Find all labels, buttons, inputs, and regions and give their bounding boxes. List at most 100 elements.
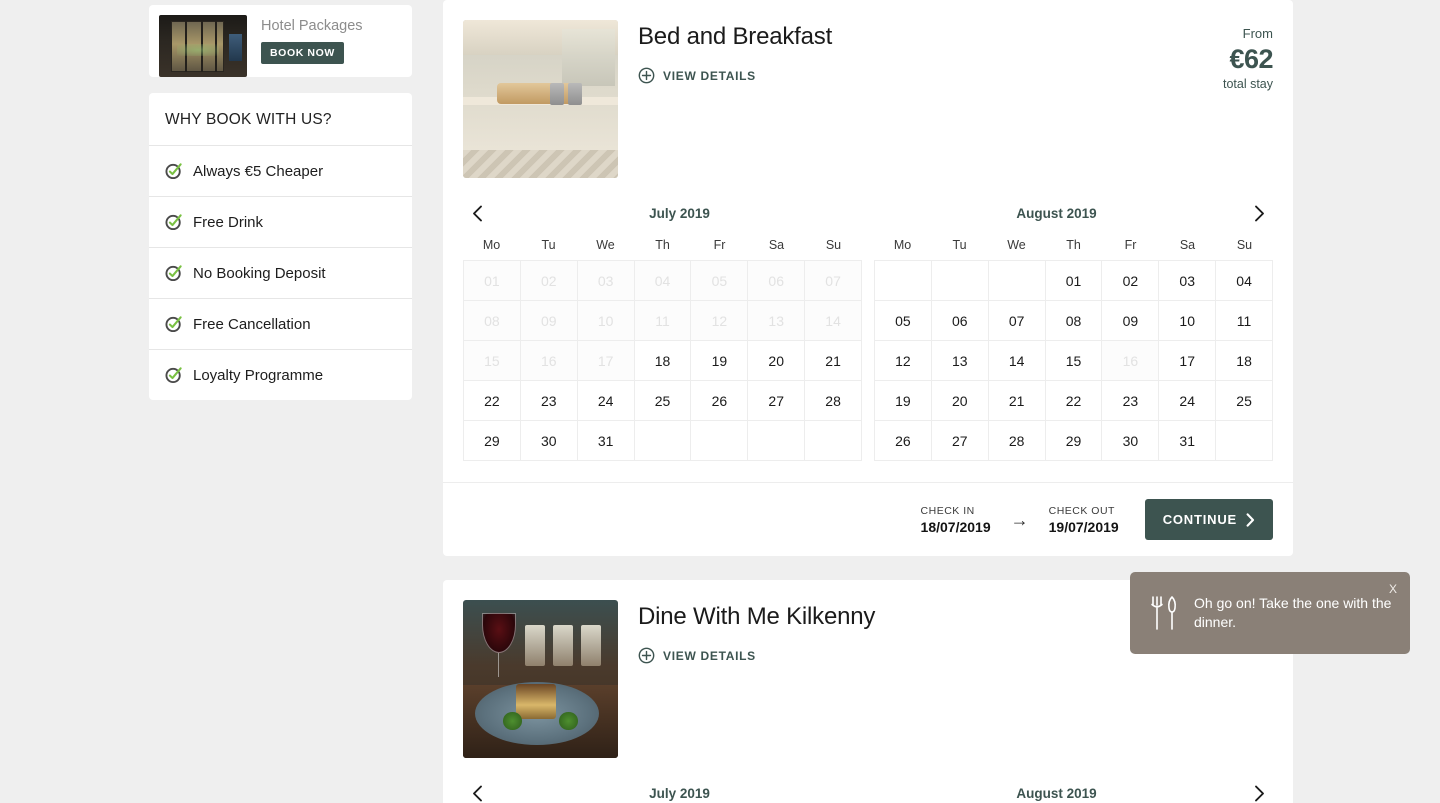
day-cell: 01	[464, 261, 521, 301]
booking-page: Hotel Packages BOOK NOW WHY BOOK WITH US…	[0, 0, 1440, 803]
day-cell[interactable]: 25	[634, 381, 692, 421]
day-cell[interactable]: 22	[1045, 381, 1103, 421]
day-cell[interactable]: 05	[875, 301, 932, 341]
day-cell[interactable]: 08	[1045, 301, 1103, 341]
benefit-item-free-cancellation: Free Cancellation	[149, 299, 412, 350]
day-cell[interactable]: 29	[464, 421, 521, 461]
calendar-prev-month-button[interactable]	[463, 199, 491, 227]
weekday-label: Su	[825, 238, 842, 252]
day-cell: 16	[1102, 341, 1160, 381]
day-cell[interactable]: 24	[577, 381, 635, 421]
day-cell[interactable]: 09	[1102, 301, 1160, 341]
day-cell[interactable]: 30	[1102, 421, 1160, 461]
calendar-prev-month-button[interactable]	[463, 779, 491, 803]
day-cell[interactable]: 19	[875, 381, 932, 421]
day-cell[interactable]: 26	[691, 381, 749, 421]
day-cell: 03	[577, 261, 635, 301]
day-cell-empty	[988, 261, 1046, 301]
plus-circle-icon	[638, 647, 655, 664]
day-cell: 10	[577, 301, 635, 341]
day-cell[interactable]: 20	[748, 341, 806, 381]
day-cell[interactable]: 31	[577, 421, 635, 461]
toast-message: Oh go on! Take the one with the dinner.	[1194, 595, 1392, 630]
plus-circle-icon	[638, 67, 655, 84]
day-cell[interactable]: 17	[1159, 341, 1217, 381]
view-details-button[interactable]: VIEW DETAILS	[638, 67, 756, 84]
day-cell[interactable]: 20	[931, 381, 989, 421]
package-price: From €62 total stay	[1133, 20, 1274, 178]
day-cell[interactable]: 31	[1159, 421, 1217, 461]
day-cell[interactable]: 23	[520, 381, 578, 421]
day-cell: 09	[520, 301, 578, 341]
day-cell[interactable]: 06	[931, 301, 989, 341]
fork-knife-icon	[1151, 596, 1176, 630]
day-cell[interactable]: 19	[691, 341, 749, 381]
day-cell-empty	[931, 261, 989, 301]
day-cell[interactable]: 25	[1216, 381, 1273, 421]
package-card-bed-and-breakfast: Bed and Breakfast VIEW DETAILS From €62 …	[443, 0, 1293, 556]
day-cell[interactable]: 10	[1159, 301, 1217, 341]
weekday-label: We	[596, 238, 615, 252]
weekday-label: Su	[1236, 238, 1253, 252]
day-cell[interactable]: 30	[520, 421, 578, 461]
day-cell[interactable]: 07	[988, 301, 1046, 341]
day-cell[interactable]: 12	[875, 341, 932, 381]
day-cell[interactable]: 15	[1045, 341, 1103, 381]
day-cell[interactable]: 27	[748, 381, 806, 421]
calendar-month-label: July 2019	[649, 205, 710, 221]
day-cell[interactable]: 21	[988, 381, 1046, 421]
day-cell[interactable]: 28	[988, 421, 1046, 461]
day-cell[interactable]: 14	[988, 341, 1046, 381]
view-details-button[interactable]: VIEW DETAILS	[638, 647, 756, 664]
day-cell: 15	[464, 341, 521, 381]
calendar-next-month-button[interactable]	[1245, 199, 1273, 227]
hotel-packages-promo-card[interactable]: Hotel Packages BOOK NOW	[149, 5, 412, 77]
day-cell[interactable]: 21	[805, 341, 862, 381]
weekday-label: Tu	[541, 238, 556, 252]
day-cell: 17	[577, 341, 635, 381]
day-cell-empty	[691, 421, 749, 461]
check-circle-icon	[165, 367, 182, 384]
book-now-button[interactable]: BOOK NOW	[261, 42, 344, 64]
day-cell: 06	[748, 261, 806, 301]
day-cell[interactable]: 02	[1102, 261, 1160, 301]
price-note: total stay	[1222, 77, 1273, 91]
day-cell[interactable]: 29	[1045, 421, 1103, 461]
days-grid: 01 02 03 04 05 06 07 08 09 10 11 12 13 14 15 16 17 18 19 20…	[874, 260, 1273, 461]
day-cell[interactable]: 26	[875, 421, 932, 461]
day-cell[interactable]: 01	[1045, 261, 1103, 301]
day-cell[interactable]: 23	[1102, 381, 1160, 421]
day-cell[interactable]: 28	[805, 381, 862, 421]
benefit-item-no-deposit: No Booking Deposit	[149, 248, 412, 299]
day-cell: 02	[520, 261, 578, 301]
why-book-with-us-card: WHY BOOK WITH US? Always €5 Cheaper Free…	[149, 93, 412, 400]
calendar-next-month-button[interactable]	[1245, 779, 1273, 803]
day-cell[interactable]: 11	[1216, 301, 1273, 341]
day-cell-empty	[748, 421, 806, 461]
price-amount: €62	[1229, 44, 1273, 74]
day-cell[interactable]: 18	[634, 341, 692, 381]
chevron-right-icon	[1246, 512, 1255, 527]
benefit-label: No Booking Deposit	[193, 264, 326, 282]
day-cell[interactable]: 13	[931, 341, 989, 381]
day-cell[interactable]: 04	[1216, 261, 1273, 301]
calendar-month-label: August 2019	[1016, 205, 1097, 221]
day-cell[interactable]: 18	[1216, 341, 1273, 381]
toast-notification: Oh go on! Take the one with the dinner. …	[1130, 572, 1410, 654]
toast-close-button[interactable]: X	[1385, 581, 1401, 597]
weekday-label: Sa	[768, 238, 785, 252]
chevron-left-icon	[472, 205, 482, 221]
view-details-label: VIEW DETAILS	[663, 648, 756, 663]
check-in-field[interactable]: CHECK IN 18/07/2019	[921, 504, 991, 536]
day-cell[interactable]: 24	[1159, 381, 1217, 421]
day-cell: 13	[748, 301, 806, 341]
day-cell[interactable]: 03	[1159, 261, 1217, 301]
continue-button[interactable]: CONTINUE	[1144, 499, 1273, 540]
day-cell[interactable]: 27	[931, 421, 989, 461]
weekday-label: Fr	[713, 238, 726, 252]
check-out-field[interactable]: CHECK OUT 19/07/2019	[1049, 504, 1119, 536]
day-cell[interactable]: 22	[464, 381, 521, 421]
day-cell-empty	[875, 261, 932, 301]
weekday-label: Th	[1066, 238, 1081, 252]
calendar: July 2019 August 2019 MoTuWeThFrSaSu 010…	[443, 198, 1293, 461]
